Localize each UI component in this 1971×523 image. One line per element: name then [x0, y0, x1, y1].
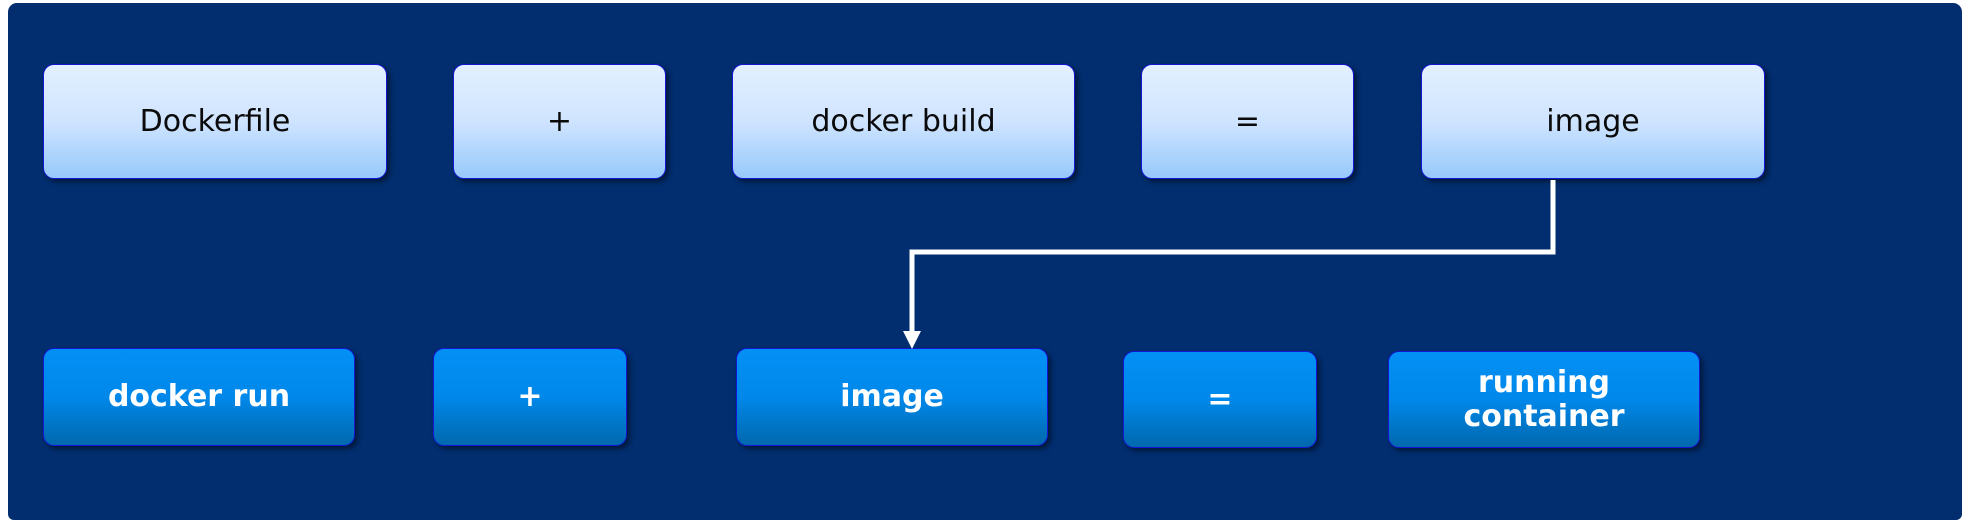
- node-label: image: [840, 379, 944, 414]
- node-image-output: image: [1421, 64, 1765, 179]
- node-label: =: [1207, 381, 1233, 417]
- node-label-line-2: container: [1463, 398, 1625, 434]
- node-label: +: [546, 103, 573, 139]
- node-running-container: running container: [1388, 351, 1700, 448]
- node-label: Dockerfile: [139, 103, 291, 139]
- node-label: image: [1546, 103, 1640, 139]
- operator-plus-build: +: [453, 64, 666, 179]
- node-label-line-1: running: [1478, 364, 1610, 400]
- node-label: docker build: [811, 103, 996, 139]
- node-docker-run: docker run: [43, 348, 355, 446]
- operator-equals-build: =: [1141, 64, 1354, 179]
- node-docker-build: docker build: [732, 64, 1075, 179]
- node-dockerfile: Dockerfile: [43, 64, 387, 179]
- operator-plus-run: +: [433, 348, 627, 446]
- node-label: +: [517, 379, 543, 414]
- node-label: =: [1234, 103, 1261, 139]
- node-label: docker run: [107, 379, 291, 414]
- operator-equals-run: =: [1123, 351, 1317, 448]
- node-image-input: image: [736, 348, 1048, 446]
